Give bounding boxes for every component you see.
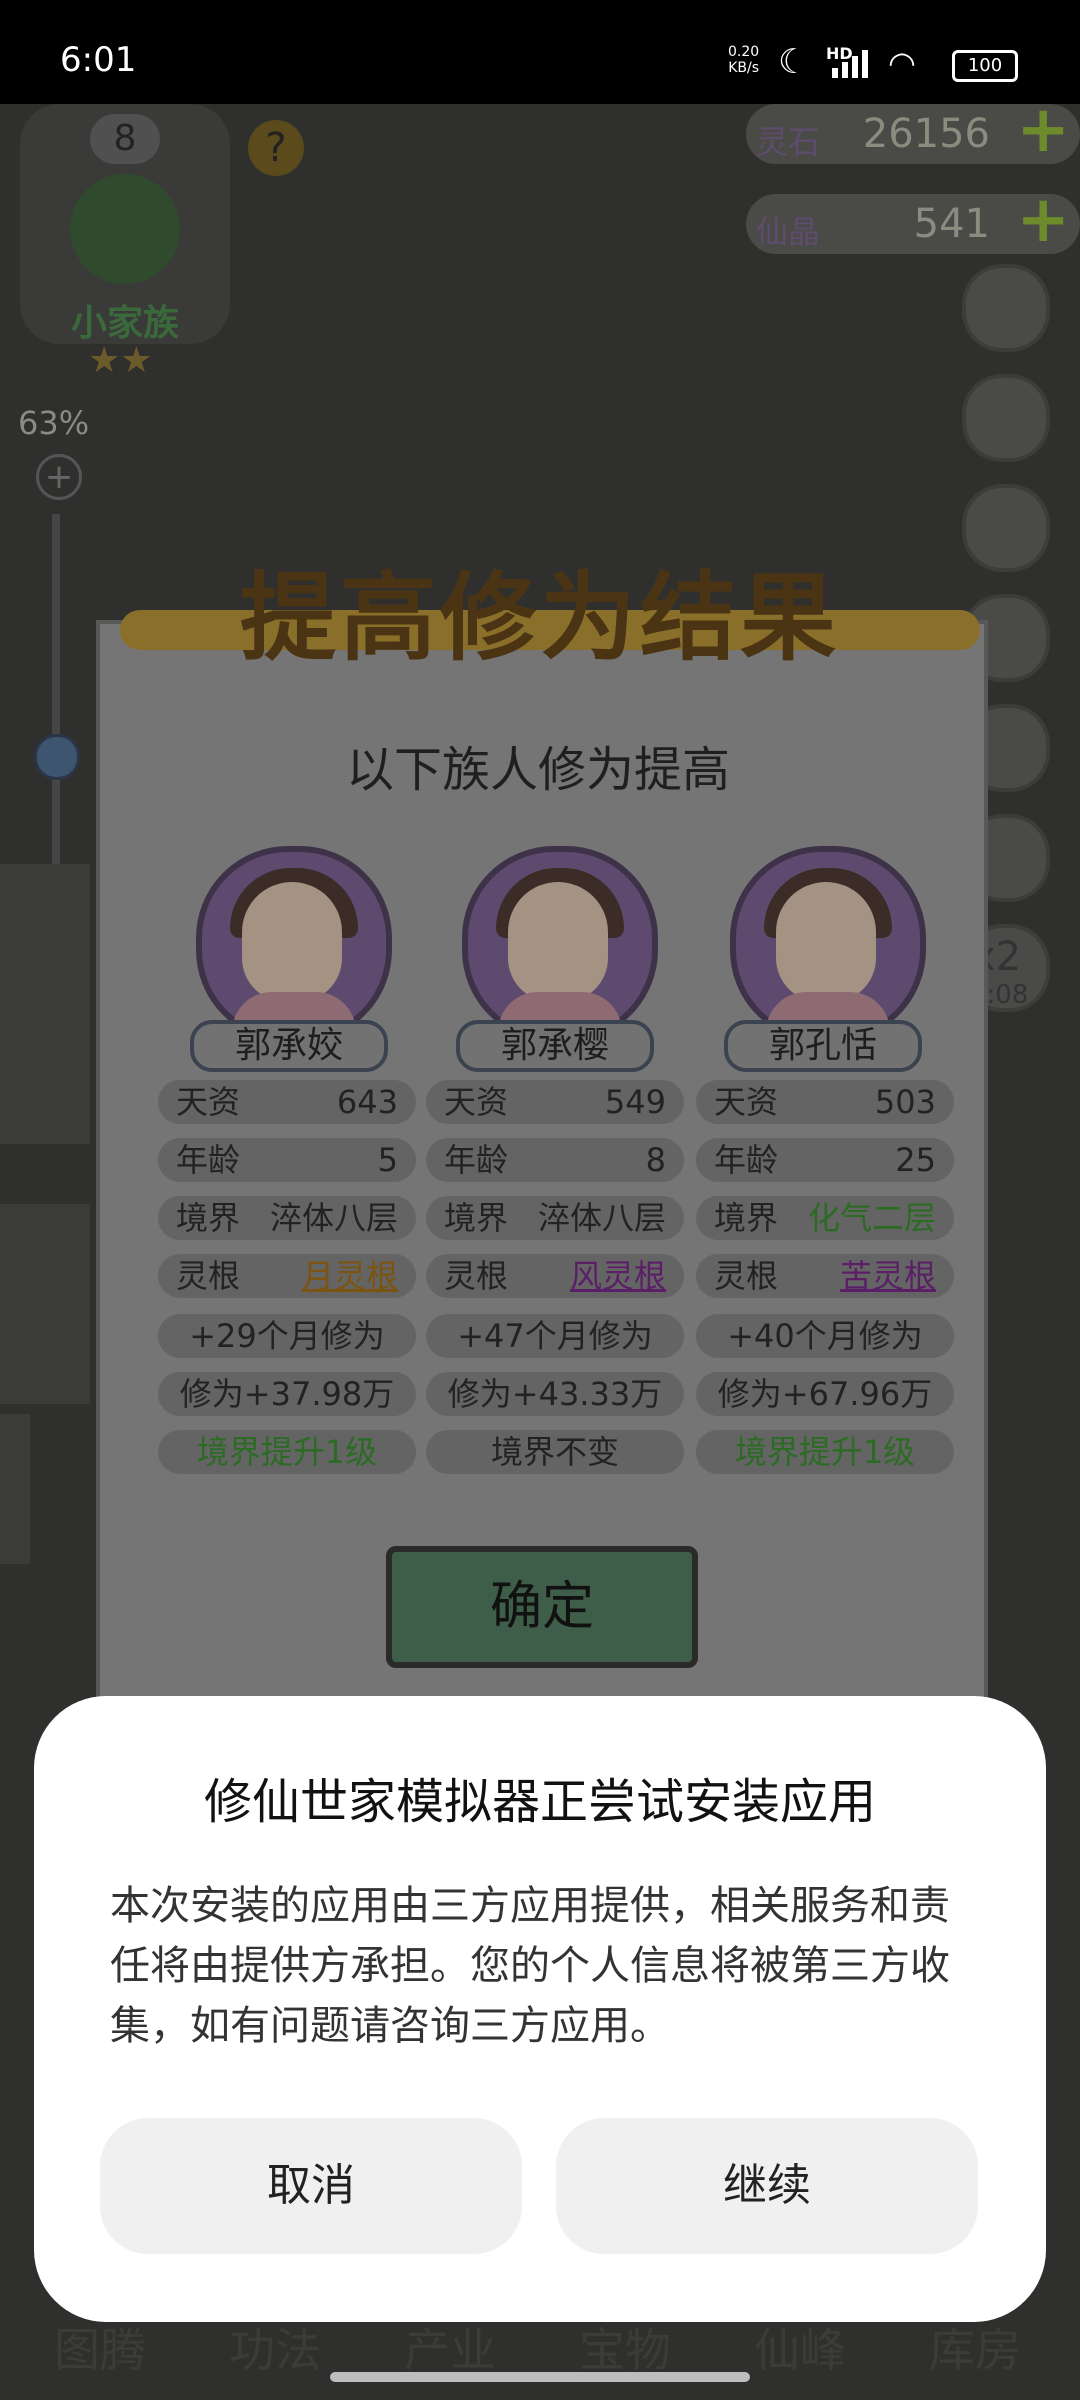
months-row: +29个月修为 (158, 1314, 416, 1358)
home-indicator[interactable] (330, 2372, 750, 2382)
network-speed: 0.20 KB/s (728, 44, 759, 76)
realm-result-row: 境界提升1级 (158, 1430, 416, 1474)
aptitude-row: 天资 643 (158, 1080, 416, 1124)
age-row: 年龄 25 (696, 1138, 954, 1182)
realm-result-row: 境界不变 (426, 1430, 684, 1474)
spirit-root-link[interactable]: 苦灵根 (840, 1254, 936, 1298)
install-dialog: 修仙世家模拟器正尝试安装应用 本次安装的应用由三方应用提供，相关服务和责任将由提… (34, 1696, 1046, 2322)
immortal-crystal-label: 仙晶 (756, 213, 821, 251)
family-rank: 小家族 (70, 303, 179, 344)
resource-immortal-crystal[interactable]: 仙晶 541 + (746, 188, 1080, 254)
months-row: +40个月修为 (696, 1314, 954, 1358)
modal-banner: 提高修为结果 (40, 540, 1040, 680)
cell-signal-icon (832, 50, 868, 78)
resource-spirit-stone[interactable]: 灵石 26156 + (746, 98, 1080, 164)
wifi-icon: ◠ (888, 44, 916, 82)
cancel-button[interactable]: 取消 (100, 2118, 522, 2254)
member-name: 郭孔恬 (724, 1020, 922, 1072)
realm-row: 境界 化气二层 (696, 1196, 954, 1240)
add-spirit-stone-button[interactable]: + (1016, 98, 1070, 162)
help-button[interactable]: ? (248, 120, 304, 176)
member-name: 郭承姣 (190, 1020, 388, 1072)
immortal-crystal-value: 541 (913, 201, 990, 247)
cultivation-gain-row: 修为+67.96万 (696, 1372, 954, 1416)
tree-icon (70, 174, 180, 284)
months-row: +47个月修为 (426, 1314, 684, 1358)
spirit-stone-value: 26156 (862, 111, 990, 157)
avatar (730, 846, 926, 1042)
side-member-card[interactable] (0, 864, 90, 1144)
age-row: 年龄 5 (158, 1138, 416, 1182)
spirit-root-row: 灵根 风灵根 (426, 1254, 684, 1298)
spirit-root-row: 灵根 苦灵根 (696, 1254, 954, 1298)
status-bar: 6:01 0.20 KB/s ☾ HD ◠ 100 (0, 0, 1080, 104)
family-emblem[interactable]: 8 小家族 (20, 104, 230, 344)
battery-indicator: 100 (952, 50, 1018, 82)
family-level: 8 (90, 114, 160, 164)
realm-row: 境界 淬体八层 (158, 1196, 416, 1240)
star-rating-icon: ★★ (88, 340, 153, 381)
aptitude-row: 天资 549 (426, 1080, 684, 1124)
avatar (196, 846, 392, 1042)
modal-title: 提高修为结果 (240, 562, 840, 674)
zoom-slider-handle[interactable] (34, 734, 80, 780)
clock: 6:01 (60, 40, 137, 80)
confirm-button[interactable]: 确定 (386, 1546, 698, 1668)
tab-totem[interactable]: 图腾 (20, 2310, 180, 2390)
tab-storage[interactable]: 库房 (895, 2310, 1055, 2390)
network-speed-value: 0.20 (728, 44, 760, 60)
network-speed-unit: KB/s (728, 60, 759, 76)
side-member-card[interactable] (0, 1414, 30, 1564)
member-name: 郭承樱 (456, 1020, 654, 1072)
avatar (462, 846, 658, 1042)
aptitude-row: 天资 503 (696, 1080, 954, 1124)
spirit-stone-label: 灵石 (756, 123, 821, 161)
add-immortal-crystal-button[interactable]: + (1016, 188, 1070, 252)
cultivation-gain-row: 修为+43.33万 (426, 1372, 684, 1416)
dialog-title: 修仙世家模拟器正尝试安装应用 (203, 1774, 876, 1830)
cultivation-gain-row: 修为+37.98万 (158, 1372, 416, 1416)
zoom-percent: 63% (18, 404, 90, 442)
dialog-message: 本次安装的应用由三方应用提供，相关服务和责任将由提供方承担。您的个人信息将被第三… (110, 1883, 950, 2049)
do-not-disturb-icon: ☾ (778, 42, 809, 82)
continue-button[interactable]: 继续 (556, 2118, 978, 2254)
taiji-icon[interactable] (962, 264, 1050, 352)
realm-row: 境界 淬体八层 (426, 1196, 684, 1240)
realm-result-row: 境界提升1级 (696, 1430, 954, 1474)
modal-subtitle: 以下族人修为提高 (345, 742, 730, 798)
map-icon[interactable] (962, 374, 1050, 462)
side-member-card[interactable] (0, 1204, 90, 1404)
spirit-root-link[interactable]: 月灵根 (302, 1254, 398, 1298)
spirit-root-row: 灵根 月灵根 (158, 1254, 416, 1298)
spirit-root-link[interactable]: 风灵根 (570, 1254, 666, 1298)
age-row: 年龄 8 (426, 1138, 684, 1182)
zoom-in-button[interactable]: + (36, 454, 82, 500)
